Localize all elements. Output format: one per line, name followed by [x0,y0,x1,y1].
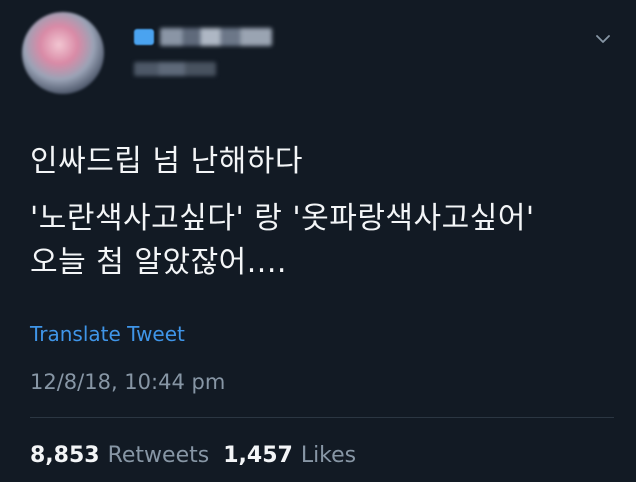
tweet-text: 인싸드립 넘 난해하다 '노란색사고싶다' 랑 '옷파랑색사고싶어' 오늘 첨 … [30,140,620,285]
retweets-label: Retweets [107,443,210,468]
translate-tweet-link[interactable]: Translate Tweet [30,322,185,346]
tweet-line: 인싸드립 넘 난해하다 [30,144,303,179]
tweet-line: '노란색사고싶다' 랑 '옷파랑색사고싶어' [30,201,535,236]
avatar[interactable] [22,12,104,94]
chevron-down-icon[interactable] [596,34,610,44]
likes-count: 1,457 [223,443,293,468]
tweet-line: 오늘 첨 알았잖어.... [30,245,287,280]
retweets-count: 8,853 [30,443,100,468]
retweets-stat[interactable]: 8,853 Retweets [30,443,209,468]
likes-stat[interactable]: 1,457 Likes [223,443,356,468]
likes-label: Likes [300,443,357,468]
tweet-stats: 8,853 Retweets 1,457 Likes [30,443,356,468]
tweet-card: 인싸드립 넘 난해하다 '노란색사고싶다' 랑 '옷파랑색사고싶어' 오늘 첨 … [0,0,636,482]
tweet-timestamp[interactable]: 12/8/18, 10:44 pm [30,370,225,394]
blurred-display-name [160,28,272,46]
divider [30,417,614,418]
display-name[interactable] [134,28,272,46]
user-info[interactable] [134,28,272,76]
blurred-badge-icon [134,29,154,45]
blurred-handle [134,62,216,76]
